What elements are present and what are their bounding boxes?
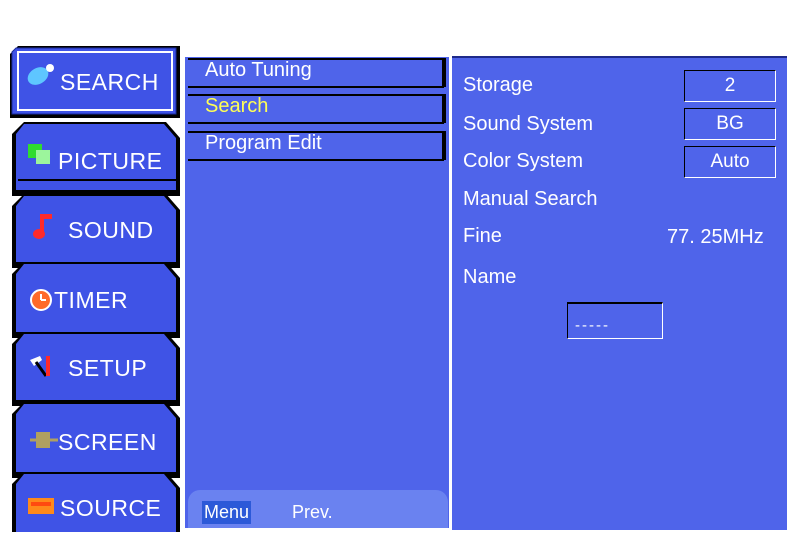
storage-label: Storage: [463, 74, 534, 96]
fine-label: Fine: [463, 225, 502, 247]
picture-icon: [28, 142, 52, 166]
sound-system-value[interactable]: BG: [684, 108, 776, 140]
submenu-item-program-edit[interactable]: Program Edit: [188, 131, 446, 161]
tab-timer[interactable]: TIMER: [10, 260, 182, 338]
storage-value[interactable]: 2: [684, 70, 776, 102]
settings-panel: Storage 2 Sound System BG Color System A…: [452, 56, 787, 530]
name-label: Name: [463, 266, 517, 288]
tab-timer-label: TIMER: [54, 286, 129, 313]
tab-picture-label: PICTURE: [58, 147, 163, 174]
alarm-clock-icon: [28, 286, 52, 311]
screen-icon: [30, 428, 58, 452]
color-system-value[interactable]: Auto: [684, 146, 776, 178]
name-value: -----: [575, 317, 610, 334]
tab-search-label: SEARCH: [60, 68, 159, 95]
main-tab-column: SEARCH PICTURE SOUND TIMER SETUP SCREEN …: [10, 8, 182, 532]
music-note-icon: [32, 212, 56, 239]
submenu-item-label: Program Edit: [205, 132, 322, 154]
tab-screen[interactable]: SCREEN: [10, 400, 182, 478]
submenu-panel: Auto Tuning Search Program Edit: [185, 57, 449, 528]
submenu-item-label: Search: [205, 95, 269, 117]
tab-sound-label: SOUND: [68, 216, 154, 243]
footer-bar: Menu Prev.: [188, 490, 448, 528]
source-icon: [28, 496, 54, 520]
name-field[interactable]: -----: [567, 302, 663, 339]
tab-picture[interactable]: PICTURE: [10, 120, 182, 196]
tab-source-label: SOURCE: [60, 494, 162, 521]
tab-setup-label: SETUP: [68, 354, 148, 381]
tools-icon: [28, 352, 52, 377]
tab-source[interactable]: SOURCE: [10, 470, 182, 532]
submenu-item-search[interactable]: Search: [188, 94, 446, 124]
tab-search[interactable]: SEARCH: [10, 46, 182, 126]
satellite-dish-icon: [26, 62, 54, 86]
tab-sound[interactable]: SOUND: [10, 192, 182, 268]
color-system-label: Color System: [463, 150, 584, 172]
fine-frequency-value: 77. 25MHz: [667, 226, 764, 248]
manual-search-label[interactable]: Manual Search: [463, 188, 598, 211]
tab-setup[interactable]: SETUP: [10, 330, 182, 406]
prev-button[interactable]: Prev.: [292, 502, 333, 523]
submenu-item-auto-tuning[interactable]: Auto Tuning: [188, 58, 446, 88]
sound-system-label: Sound System: [463, 113, 594, 135]
menu-button[interactable]: Menu: [202, 501, 252, 524]
submenu-item-label: Auto Tuning: [205, 59, 312, 81]
